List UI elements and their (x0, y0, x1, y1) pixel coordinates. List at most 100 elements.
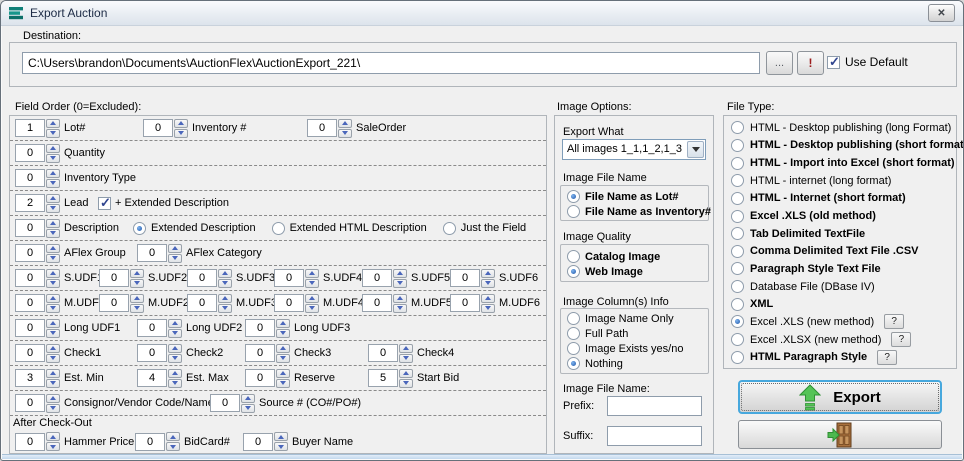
spin-up-icon[interactable] (399, 344, 413, 353)
radio-file-name-as-inventory[interactable]: File Name as Inventory# (567, 204, 708, 219)
spin-up-icon[interactable] (168, 244, 182, 253)
spin-down-icon[interactable] (274, 442, 288, 451)
export-what-dropdown[interactable]: All images 1_1,1_2,1_3 (562, 139, 706, 160)
radio-excel-xls-new[interactable]: Excel .XLS (new method)? (731, 313, 956, 331)
spinner-value[interactable]: 2 (15, 194, 45, 212)
radio-catalog-image[interactable]: Catalog Image (567, 249, 708, 264)
radio-icon[interactable] (731, 227, 744, 240)
spin-down-icon[interactable] (393, 304, 407, 313)
use-default-checkbox[interactable] (827, 56, 840, 69)
radio-icon[interactable] (731, 280, 744, 293)
radio-icon[interactable] (567, 357, 580, 370)
spin-down-icon[interactable] (276, 329, 290, 338)
spinner-value[interactable]: 0 (450, 269, 480, 287)
spin-up-icon[interactable] (166, 432, 180, 441)
spinner-value[interactable]: 0 (274, 294, 304, 312)
spin-up-icon[interactable] (481, 294, 495, 303)
radio-html-paragraph-style[interactable]: HTML Paragraph Style? (731, 348, 956, 366)
spinner-value[interactable]: 0 (143, 119, 173, 137)
spinner-saleorder[interactable]: 0 (307, 119, 352, 138)
spinner-source-number[interactable]: 0 (210, 394, 255, 413)
radio-image-exists[interactable]: Image Exists yes/no (567, 341, 708, 356)
spin-down-icon[interactable] (46, 304, 60, 313)
radio-tab-delimited[interactable]: Tab Delimited TextFile (731, 225, 956, 243)
spinner-quantity[interactable]: 0 (15, 144, 60, 163)
extended-description-checkbox[interactable] (98, 197, 111, 210)
spin-up-icon[interactable] (168, 319, 182, 328)
radio-xml[interactable]: XML (731, 295, 956, 313)
export-button[interactable]: Export (738, 380, 942, 414)
close-button[interactable]: ✕ (928, 4, 955, 22)
spinner-check1[interactable]: 0 (15, 344, 60, 363)
radio-icon[interactable] (272, 222, 285, 235)
spinner-bidcard[interactable]: 0 (135, 432, 180, 451)
warning-button[interactable]: ! (797, 51, 824, 75)
spin-down-icon[interactable] (305, 279, 319, 288)
spinner-value[interactable]: 0 (187, 269, 217, 287)
spinner-value[interactable]: 0 (210, 394, 240, 412)
spin-down-icon[interactable] (46, 179, 60, 188)
spin-up-icon[interactable] (46, 119, 60, 128)
spinner-long-udf3[interactable]: 0 (245, 319, 290, 338)
spinner-check3[interactable]: 0 (245, 344, 290, 363)
radio-excel-xls-old[interactable]: Excel .XLS (old method) (731, 207, 956, 225)
spinner-est-max[interactable]: 4 (137, 369, 182, 388)
radio-just-the-field[interactable]: Just the Field (443, 222, 526, 235)
radio-icon[interactable] (731, 121, 744, 134)
spin-down-icon[interactable] (338, 129, 352, 138)
radio-icon[interactable] (731, 192, 744, 205)
spinner-aflex-category[interactable]: 0 (137, 244, 182, 263)
spinner-value[interactable]: 0 (15, 169, 45, 187)
spin-down-icon[interactable] (481, 304, 495, 313)
spin-up-icon[interactable] (46, 394, 60, 403)
title-bar[interactable]: Export Auction ✕ (1, 1, 963, 26)
spin-down-icon[interactable] (46, 354, 60, 363)
spinner-hammer-price[interactable]: 0 (15, 432, 60, 451)
spinner-mudf1[interactable]: 0 (15, 294, 60, 313)
spinner-value[interactable]: 0 (99, 294, 129, 312)
radio-file-name-as-lot[interactable]: File Name as Lot# (567, 189, 708, 204)
spin-down-icon[interactable] (130, 304, 144, 313)
chevron-down-icon[interactable] (687, 141, 704, 158)
spinner-value[interactable]: 0 (15, 219, 45, 237)
spin-up-icon[interactable] (46, 269, 60, 278)
prefix-input[interactable] (607, 396, 702, 416)
spinner-value[interactable]: 0 (274, 269, 304, 287)
radio-comma-delimited-csv[interactable]: Comma Delimited Text File .CSV (731, 242, 956, 260)
radio-web-image[interactable]: Web Image (567, 264, 708, 279)
spinner-value[interactable]: 0 (15, 394, 45, 412)
spinner-start-bid[interactable]: 5 (368, 369, 413, 388)
radio-icon[interactable] (443, 222, 456, 235)
spinner-value[interactable]: 4 (137, 369, 167, 387)
spinner-value[interactable]: 0 (137, 319, 167, 337)
spinner-value[interactable]: 0 (245, 344, 275, 362)
radio-html-desktop-short[interactable]: HTML - Desktop publishing (short format) (731, 137, 956, 155)
spin-up-icon[interactable] (305, 269, 319, 278)
spin-up-icon[interactable] (399, 369, 413, 378)
radio-icon[interactable] (731, 262, 744, 275)
spinner-reserve[interactable]: 0 (245, 369, 290, 388)
spin-down-icon[interactable] (46, 404, 60, 413)
spinner-value[interactable]: 0 (362, 269, 392, 287)
spin-down-icon[interactable] (46, 229, 60, 238)
spin-down-icon[interactable] (168, 329, 182, 338)
spin-down-icon[interactable] (46, 379, 60, 388)
destination-path-input[interactable] (22, 52, 760, 74)
radio-full-path[interactable]: Full Path (567, 326, 708, 341)
spin-down-icon[interactable] (166, 442, 180, 451)
spinner-value[interactable]: 0 (307, 119, 337, 137)
spinner-value[interactable]: 0 (243, 433, 273, 451)
spin-down-icon[interactable] (399, 354, 413, 363)
spinner-lot[interactable]: 1 (15, 119, 60, 138)
spin-up-icon[interactable] (168, 344, 182, 353)
spinner-value[interactable]: 0 (15, 244, 45, 262)
spinner-inventory-number[interactable]: 0 (143, 119, 188, 138)
spin-up-icon[interactable] (174, 119, 188, 128)
spinner-long-udf1[interactable]: 0 (15, 319, 60, 338)
spin-up-icon[interactable] (481, 269, 495, 278)
spin-up-icon[interactable] (393, 294, 407, 303)
spinner-value[interactable]: 0 (245, 369, 275, 387)
spinner-value[interactable]: 0 (15, 344, 45, 362)
spin-down-icon[interactable] (241, 404, 255, 413)
spin-down-icon[interactable] (168, 379, 182, 388)
